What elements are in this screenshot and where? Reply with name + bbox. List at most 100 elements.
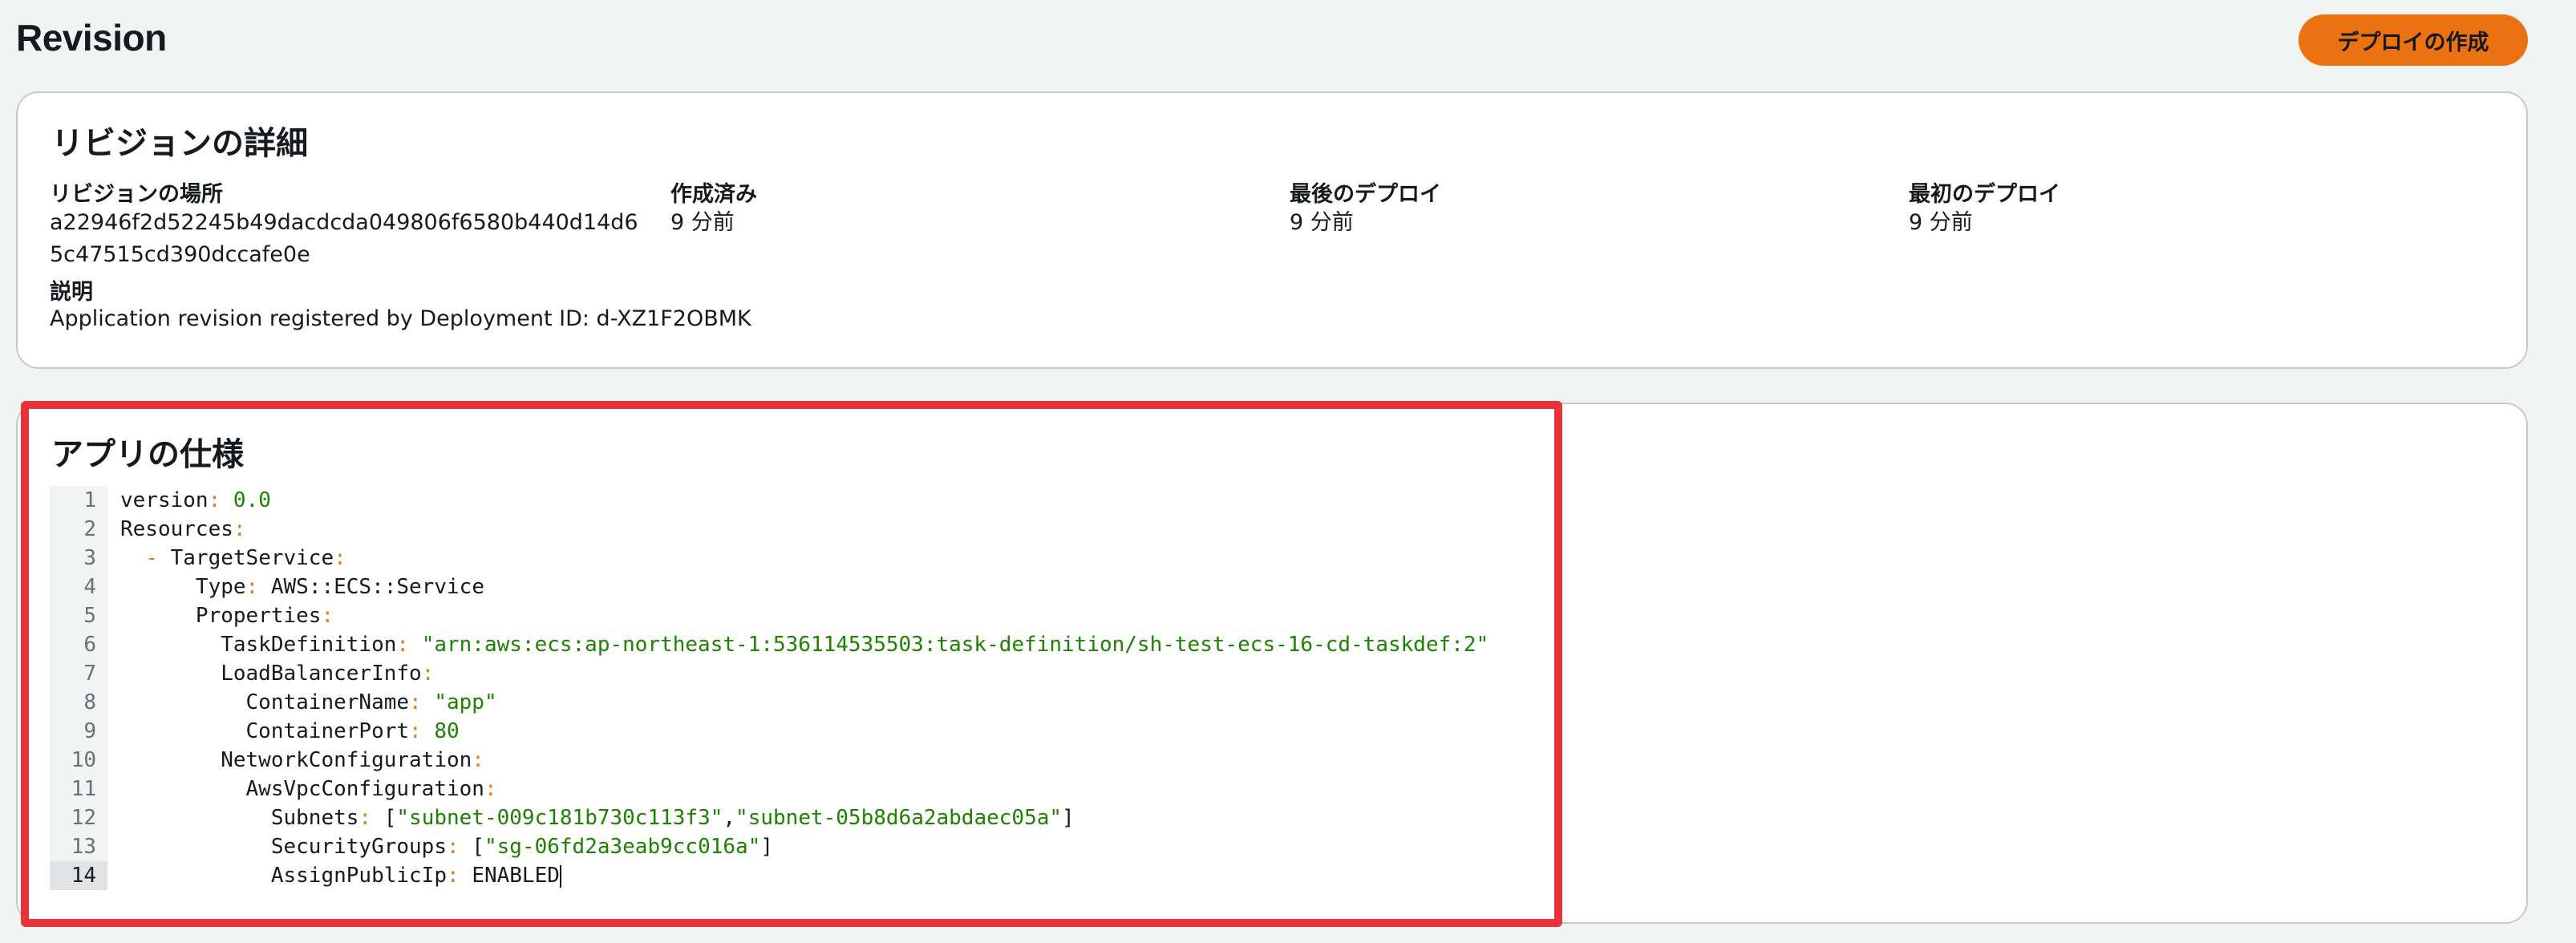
code-text: Resources: (107, 515, 246, 544)
code-line[interactable]: 10 NetworkConfiguration: (50, 746, 1557, 775)
code-token: : (447, 864, 472, 888)
code-token: "arn:aws:ecs:ap-northeast-1:536114535503… (421, 633, 1489, 657)
code-token: "sg-06fd2a3eab9cc016a" (484, 835, 761, 859)
code-token: [ (383, 806, 397, 830)
code-text: Subnets: ["subnet-009c181b730c113f3","su… (107, 803, 1075, 832)
code-text: TaskDefinition: "arn:aws:ecs:ap-northeas… (107, 630, 1488, 659)
code-token: : (447, 835, 472, 859)
last-deploy-value: 9 分前 (1290, 210, 1354, 235)
code-text: ContainerPort: 80 (107, 717, 460, 746)
app-spec-code-editor[interactable]: 1 version: 0.0 2 Resources: 3 - TargetServic… (50, 486, 1557, 905)
line-number: 5 (50, 601, 107, 630)
code-token: Type (120, 575, 246, 599)
line-number: 1 (50, 486, 107, 515)
code-line[interactable]: 1 version: 0.0 (50, 486, 1557, 515)
code-line[interactable]: 9 ContainerPort: 80 (50, 717, 1557, 746)
code-token: : (409, 690, 435, 714)
last-deploy-label: 最後のデプロイ (1290, 182, 1441, 207)
code-token: Resources (120, 517, 233, 541)
code-token: : (334, 546, 346, 570)
revision-details-title: リビジョンの詳細 (51, 125, 308, 162)
code-token: , (723, 806, 736, 830)
code-line[interactable]: 7 LoadBalancerInfo: (50, 659, 1557, 688)
app-spec-title: アプリの仕様 (51, 436, 244, 473)
code-line[interactable]: 2 Resources: (50, 515, 1557, 544)
revision-location-value: a22946f2d52245b49dacdcda049806f6580b440d… (50, 210, 638, 267)
line-number: 6 (50, 630, 107, 659)
code-line[interactable]: 14 AssignPublicIp: ENABLED (50, 861, 1557, 890)
code-token: : (208, 488, 233, 512)
code-token: Subnets (120, 806, 359, 830)
create-deployment-button[interactable]: デプロイの作成 (2299, 14, 2528, 66)
code-text: Type: AWS::ECS::Service (107, 573, 484, 601)
description-label: 説明 (50, 280, 93, 305)
code-token: NetworkConfiguration (120, 748, 472, 772)
code-line[interactable]: 4 Type: AWS::ECS::Service (50, 573, 1557, 601)
code-token: "subnet-009c181b730c113f3" (396, 806, 723, 830)
code-token: Properties (120, 604, 322, 628)
page-title: Revision (16, 17, 167, 59)
code-token: AWS::ECS::Service (270, 575, 484, 599)
code-text: LoadBalancerInfo: (107, 659, 434, 688)
code-token: : (409, 719, 435, 743)
code-token: ] (760, 835, 773, 859)
code-token: "subnet-05b8d6a2abdaec05a" (735, 806, 1063, 830)
code-token: : (358, 806, 384, 830)
description-value: Application revision registered by Deplo… (50, 306, 751, 331)
code-token: : (321, 604, 334, 628)
line-number: 13 (50, 832, 107, 861)
line-number: 4 (50, 573, 107, 601)
code-text: AwsVpcConfiguration: (107, 775, 497, 803)
code-token: ] (1062, 806, 1075, 830)
revision-details-panel: リビジョンの詳細 リビジョンの場所 a22946f2d52245b49dacdc… (16, 91, 2528, 369)
code-text: version: 0.0 (107, 486, 271, 515)
text-cursor (559, 864, 561, 888)
code-token: : (245, 575, 271, 599)
code-token: TaskDefinition (120, 633, 397, 657)
line-number: 10 (50, 746, 107, 775)
code-token: 80 (434, 719, 460, 743)
code-token: : (233, 517, 246, 541)
code-line[interactable]: 5 Properties: (50, 601, 1557, 630)
code-text: Properties: (107, 601, 334, 630)
code-token: ContainerName (120, 690, 410, 714)
code-token: SecurityGroups (120, 835, 447, 859)
code-token: AssignPublicIp (120, 864, 447, 888)
code-line[interactable]: 3 - TargetService: (50, 544, 1557, 573)
code-line[interactable]: 11 AwsVpcConfiguration: (50, 775, 1557, 803)
created-label: 作成済み (670, 182, 757, 207)
code-text: NetworkConfiguration: (107, 746, 484, 775)
code-token: ENABLED (472, 864, 560, 888)
code-token: version (120, 488, 209, 512)
first-deploy-value: 9 分前 (1909, 210, 1973, 235)
code-text: AssignPublicIp: ENABLED (107, 861, 561, 890)
code-token: - (145, 546, 171, 570)
code-line[interactable]: 12 Subnets: ["subnet-009c181b730c113f3",… (50, 803, 1557, 832)
code-token: : (421, 662, 435, 686)
code-line[interactable]: 13 SecurityGroups: ["sg-06fd2a3eab9cc016… (50, 832, 1557, 861)
code-text: ContainerName: "app" (107, 688, 497, 717)
code-token: LoadBalancerInfo (120, 662, 422, 686)
code-token: ContainerPort (120, 719, 410, 743)
code-token: 0.0 (233, 488, 271, 512)
line-number: 12 (50, 803, 107, 832)
code-token: "app" (434, 690, 497, 714)
created-value: 9 分前 (670, 210, 735, 235)
line-number: 2 (50, 515, 107, 544)
code-line[interactable]: 8 ContainerName: "app" (50, 688, 1557, 717)
line-number: 3 (50, 544, 107, 573)
line-number: 11 (50, 775, 107, 803)
code-text: - TargetService: (107, 544, 346, 573)
code-token: : (472, 748, 484, 772)
code-text: SecurityGroups: ["sg-06fd2a3eab9cc016a"] (107, 832, 773, 861)
first-deploy-label: 最初のデプロイ (1909, 182, 2060, 207)
app-spec-panel: アプリの仕様 1 version: 0.0 2 Resources: 3 - Targe… (16, 403, 2528, 924)
revision-location-label: リビジョンの場所 (50, 182, 223, 207)
code-token: : (396, 633, 422, 657)
code-token: : (484, 777, 497, 801)
code-line[interactable]: 6 TaskDefinition: "arn:aws:ecs:ap-northe… (50, 630, 1557, 659)
line-number: 9 (50, 717, 107, 746)
line-number: 14 (50, 861, 107, 890)
code-token: TargetService (170, 546, 334, 570)
